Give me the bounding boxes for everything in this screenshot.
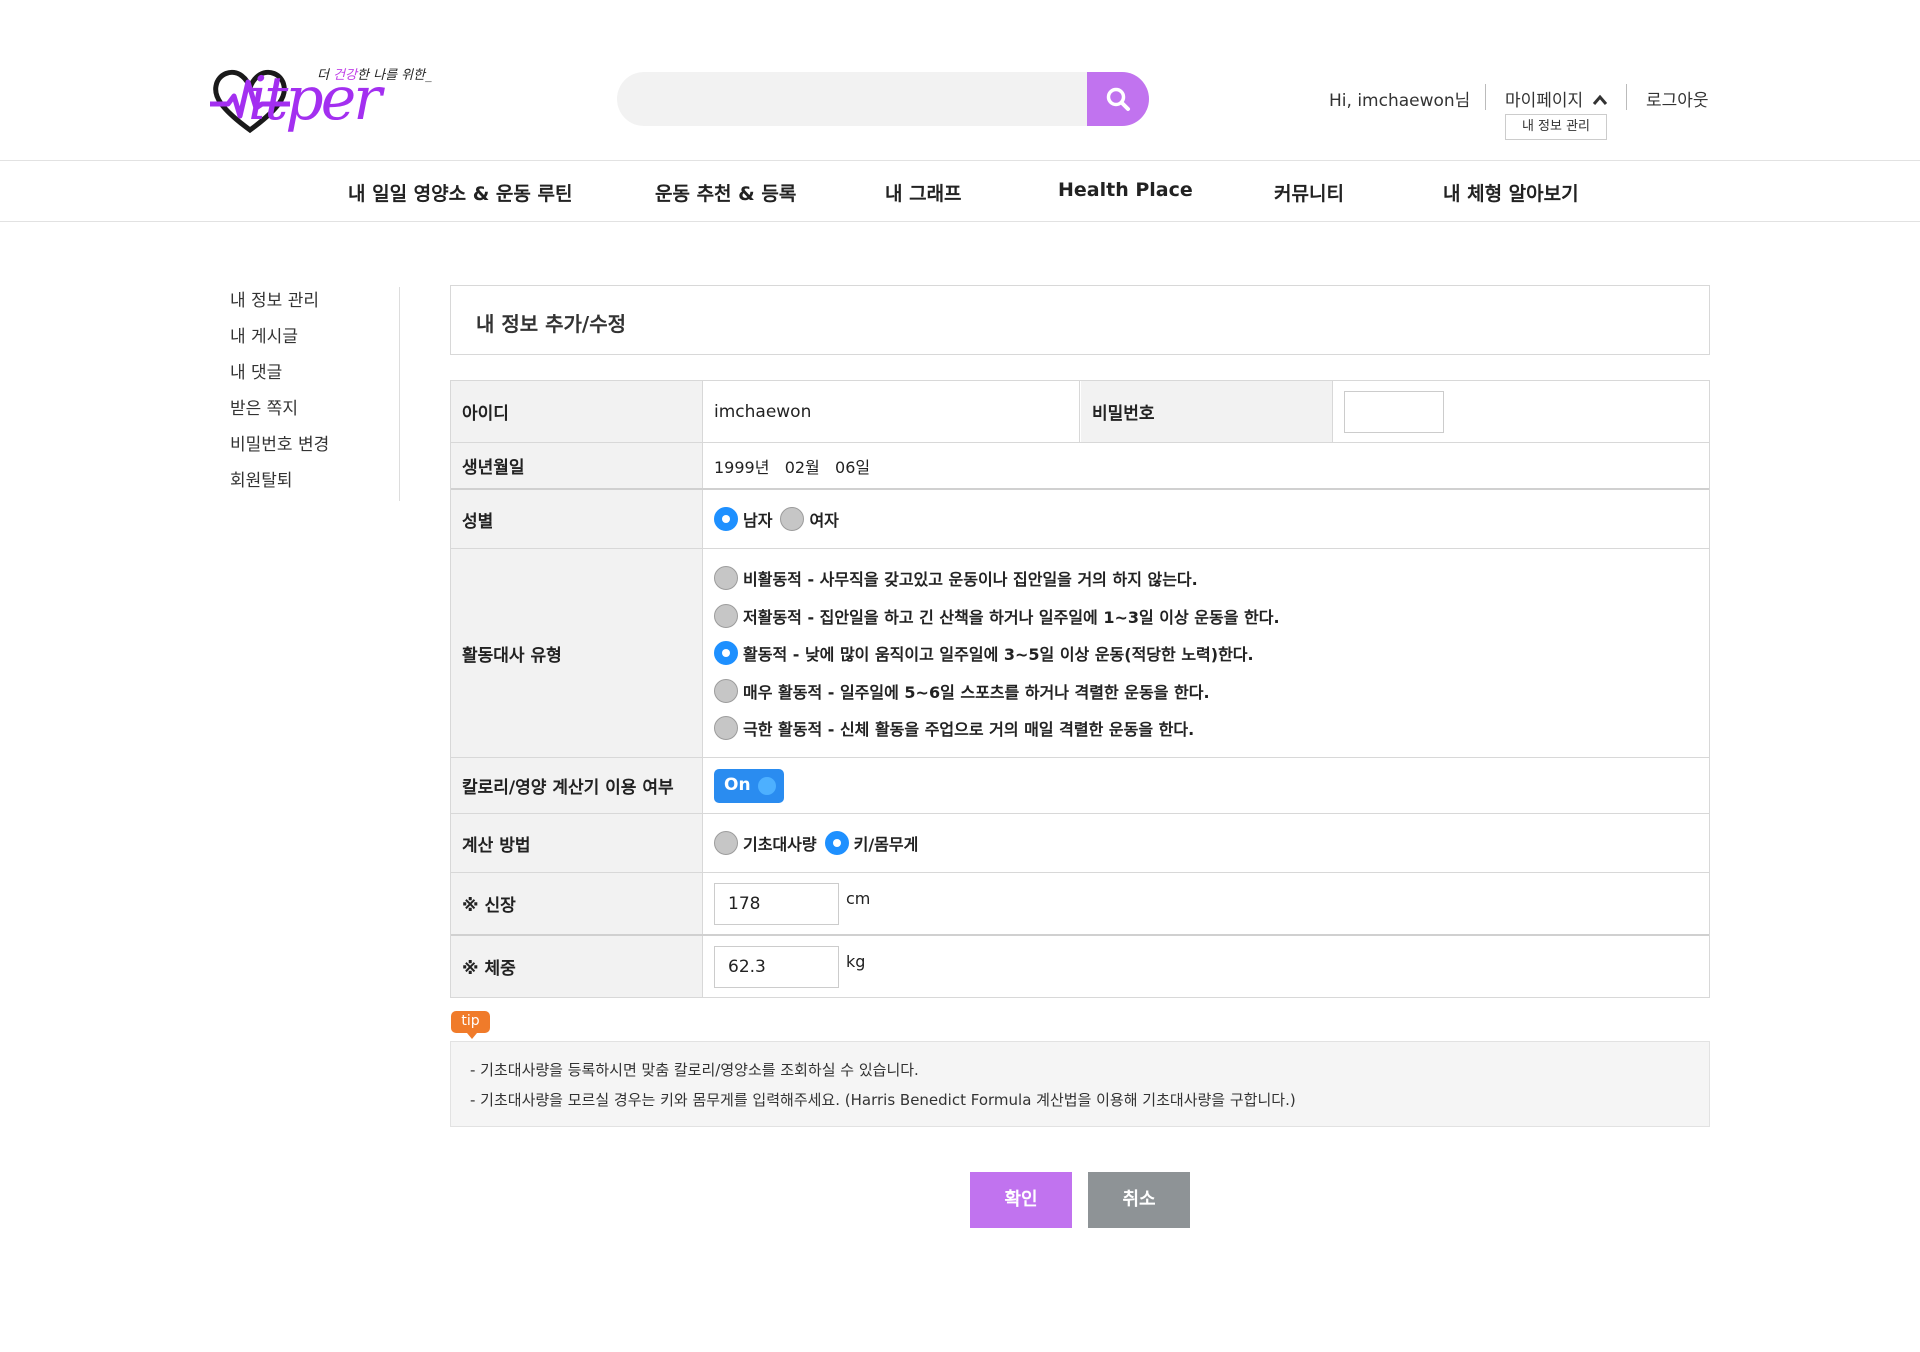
radio-unselected-icon (714, 566, 738, 590)
tip-line: - 기초대사량을 모르실 경우는 키와 몸무게를 입력해주세요. (Harris… (470, 1091, 1296, 1109)
radio-label: 활동적 - 낮에 많이 움직이고 일주일에 3~5일 이상 운동(적당한 노력)… (743, 645, 1254, 664)
search-input[interactable] (641, 72, 1061, 126)
gender-radio-male[interactable]: 남자 (714, 507, 772, 531)
radio-unselected-icon (780, 507, 805, 531)
radio-unselected-icon (714, 678, 738, 703)
method-options: 기초대사량 키/몸무게 (704, 814, 1709, 872)
weight-unit: kg (846, 952, 866, 971)
id-value: imchaewon (704, 381, 1080, 442)
gender-label: 성별 (451, 490, 703, 548)
sidebar-item-my-comments[interactable]: 내 댓글 (230, 359, 399, 395)
form-row-birth: 생년월일 1999년 02월 06일 (451, 443, 1709, 490)
mypage-sidebar: 내 정보 관리 내 게시글 내 댓글 받은 쪽지 비밀번호 변경 회원탈퇴 (230, 287, 400, 501)
activity-label: 활동대사 유형 (451, 549, 703, 757)
nav-item-community[interactable]: 커뮤니티 (1274, 179, 1344, 206)
page-title: 내 정보 추가/수정 (476, 312, 627, 336)
tip-line: - 기초대사량을 등록하시면 맞춤 칼로리/영양소를 조회하실 수 있습니다. (470, 1061, 919, 1079)
profile-form: 아이디 imchaewon 비밀번호 생년월일 1999년 02월 06일 성별… (450, 380, 1710, 998)
cancel-button[interactable]: 취소 (1088, 1172, 1190, 1228)
search-button[interactable] (1087, 72, 1149, 126)
form-row-method: 계산 방법 기초대사량 키/몸무게 (451, 814, 1709, 873)
divider (1485, 84, 1486, 110)
method-radio-bmr[interactable]: 기초대사량 (714, 831, 817, 855)
nav-item-exercise[interactable]: 운동 추천 & 등록 (655, 179, 796, 206)
calc-use-cell: On (704, 758, 1709, 813)
radio-selected-icon (714, 641, 738, 665)
password-input[interactable] (1344, 390, 1444, 433)
radio-label: 매우 활동적 - 일주일에 5~6일 스포츠를 하거나 격렬한 운동을 한다. (743, 682, 1210, 702)
radio-unselected-icon (714, 831, 738, 855)
height-input[interactable] (714, 882, 839, 925)
toggle-knob (758, 776, 776, 795)
nav-item-daily-routine[interactable]: 내 일일 영양소 & 운동 루틴 (348, 179, 572, 206)
search-icon (1106, 87, 1130, 111)
radio-label: 남자 (743, 511, 773, 530)
form-row-height: ※ 신장 cm (451, 873, 1709, 936)
activity-radio-5[interactable]: 극한 활동적 - 신체 활동을 주업으로 거의 매일 격렬한 운동을 한다. (714, 709, 1194, 747)
chevron-up-icon (1592, 94, 1607, 105)
weight-input[interactable] (714, 945, 839, 988)
activity-options: 비활동적 - 사무직을 갖고있고 운동이나 집안일을 거의 하지 않는다. 저활… (704, 549, 1709, 757)
calc-use-label: 칼로리/영양 계산기 이용 여부 (451, 758, 703, 813)
radio-selected-icon (824, 831, 849, 855)
calc-use-toggle[interactable]: On (714, 768, 784, 803)
sidebar-item-withdraw[interactable]: 회원탈퇴 (230, 467, 399, 503)
logout-link[interactable]: 로그아웃 (1646, 86, 1709, 111)
method-label: 계산 방법 (451, 814, 703, 872)
form-row-activity: 활동대사 유형 비활동적 - 사무직을 갖고있고 운동이나 집안일을 거의 하지… (451, 549, 1709, 758)
site-header: itper 더 건강한 나를 위한_ Hi, imchaewon님 마이페이지 … (0, 0, 1920, 160)
gender-options: 남자 여자 (704, 490, 1709, 548)
height-label: ※ 신장 (451, 873, 703, 934)
form-row-calc-use: 칼로리/영양 계산기 이용 여부 On (451, 758, 1709, 814)
activity-radio-4[interactable]: 매우 활동적 - 일주일에 5~6일 스포츠를 하거나 격렬한 운동을 한다. (714, 672, 1210, 710)
search-bar (617, 72, 1149, 126)
weight-cell: kg (704, 936, 1709, 997)
method-radio-height-weight[interactable]: 키/몸무게 (824, 831, 919, 855)
divider (1626, 84, 1627, 110)
activity-radio-1[interactable]: 비활동적 - 사무직을 갖고있고 운동이나 집안일을 거의 하지 않는다. (714, 559, 1198, 597)
activity-radio-2[interactable]: 저활동적 - 집안일을 하고 긴 산책을 하거나 일주일에 1~3일 이상 운동… (714, 597, 1280, 635)
sidebar-item-messages[interactable]: 받은 쪽지 (230, 395, 399, 431)
mypage-link[interactable]: 마이페이지 (1505, 86, 1608, 111)
nav-item-graph[interactable]: 내 그래프 (885, 179, 962, 206)
page-title-box: 내 정보 추가/수정 (450, 285, 1710, 355)
mypage-label: 마이페이지 (1505, 91, 1584, 111)
form-row-id-password: 아이디 imchaewon 비밀번호 (451, 381, 1709, 443)
sidebar-item-change-password[interactable]: 비밀번호 변경 (230, 431, 399, 467)
radio-label: 여자 (809, 511, 839, 530)
height-unit: cm (846, 889, 871, 908)
radio-label: 극한 활동적 - 신체 활동을 주업으로 거의 매일 격렬한 운동을 한다. (743, 720, 1195, 739)
tip-badge: tip (451, 1011, 490, 1039)
birth-value: 1999년 02월 06일 (714, 457, 871, 477)
weight-label: ※ 체중 (451, 936, 703, 997)
fitper-logo[interactable]: itper 더 건강한 나를 위한_ (210, 58, 446, 138)
gender-radio-female[interactable]: 여자 (780, 507, 839, 531)
sidebar-item-my-posts[interactable]: 내 게시글 (230, 323, 399, 359)
mypage-submenu-item[interactable]: 내 정보 관리 (1505, 114, 1607, 140)
main-nav: 내 일일 영양소 & 운동 루틴 운동 추천 & 등록 내 그래프 Health… (0, 160, 1920, 222)
logo-tagline: 더 건강한 나를 위한_ (317, 68, 432, 83)
nav-item-health-place[interactable]: Health Place (1058, 179, 1193, 201)
radio-unselected-icon (714, 716, 738, 740)
radio-label: 기초대사량 (743, 835, 817, 854)
radio-unselected-icon (714, 603, 738, 628)
confirm-button[interactable]: 확인 (970, 1172, 1072, 1228)
radio-label: 비활동적 - 사무직을 갖고있고 운동이나 집안일을 거의 하지 않는다. (743, 570, 1198, 589)
nav-item-body-type[interactable]: 내 체형 알아보기 (1443, 179, 1579, 206)
sidebar-item-my-info[interactable]: 내 정보 관리 (230, 287, 399, 323)
form-row-weight: ※ 체중 kg (451, 936, 1709, 997)
user-greeting: Hi, imchaewon님 (1329, 91, 1471, 111)
radio-label: 저활동적 - 집안일을 하고 긴 산책을 하거나 일주일에 1~3일 이상 운동… (743, 607, 1280, 627)
height-cell: cm (704, 873, 1709, 934)
toggle-label: On (724, 774, 751, 795)
birth-label: 생년월일 (451, 443, 703, 488)
id-label: 아이디 (451, 381, 703, 442)
password-label: 비밀번호 (1081, 381, 1333, 442)
activity-radio-3[interactable]: 활동적 - 낮에 많이 움직이고 일주일에 3~5일 이상 운동(적당한 노력)… (714, 634, 1254, 672)
radio-label: 키/몸무게 (853, 835, 919, 854)
tip-box: - 기초대사량을 등록하시면 맞춤 칼로리/영양소를 조회하실 수 있습니다. … (450, 1041, 1710, 1127)
form-row-gender: 성별 남자 여자 (451, 490, 1709, 549)
password-cell (1334, 381, 1709, 442)
radio-selected-icon (714, 507, 738, 531)
